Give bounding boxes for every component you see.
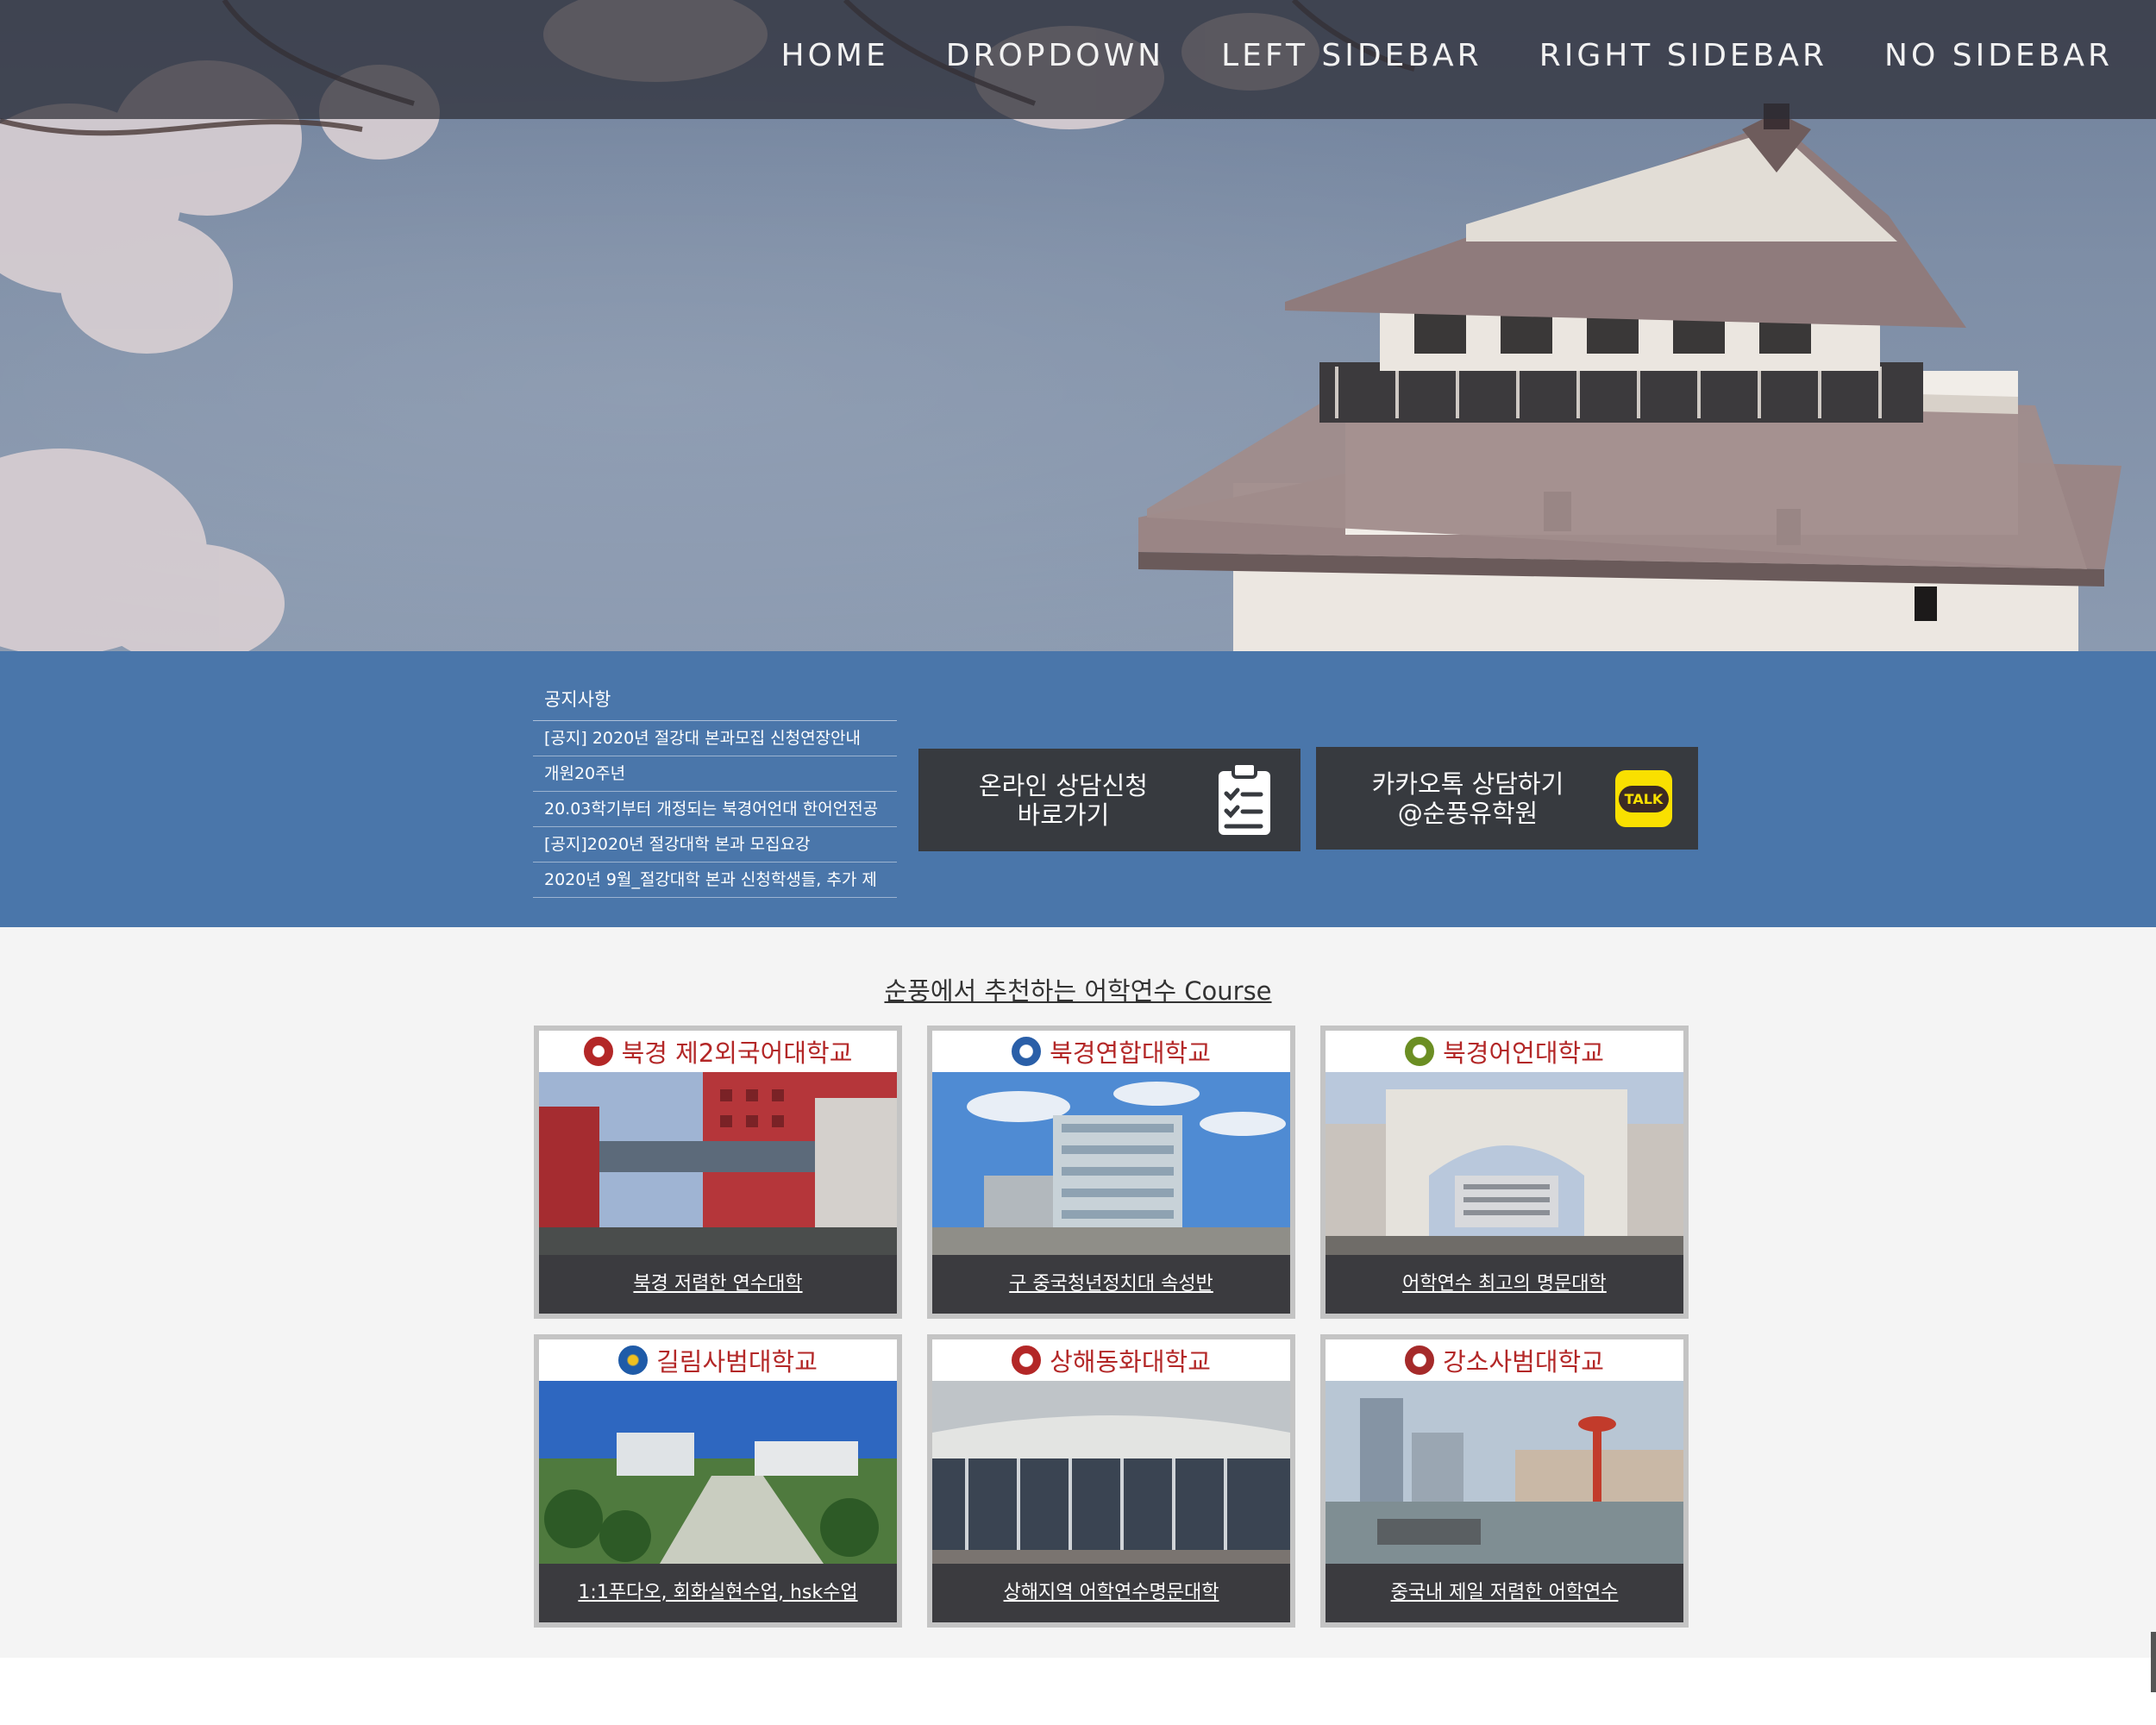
notice-item[interactable]: 개원20주년 bbox=[533, 756, 897, 792]
card-header: 북경 제2외국어대학교 bbox=[539, 1031, 897, 1072]
notice-item[interactable]: 20.03학기부터 개정되는 북경어언대 한어언전공 bbox=[533, 792, 897, 827]
campus-photo bbox=[1326, 1072, 1683, 1255]
nav-right-sidebar[interactable]: RIGHT SIDEBAR bbox=[1539, 38, 1827, 73]
kakaotalk-badge: TALK bbox=[1618, 785, 1670, 812]
campus-photo bbox=[539, 1072, 897, 1255]
card-caption: 상해지역 어학연수명문대학 bbox=[932, 1564, 1290, 1622]
university-emblem-icon bbox=[1012, 1037, 1042, 1066]
university-emblem-icon bbox=[1405, 1037, 1435, 1066]
course-card-jsnu[interactable]: 강소사범대학교 중국내 제일 저렴한 어학연수 bbox=[1320, 1334, 1689, 1628]
card-title: 북경어언대학교 bbox=[1443, 1038, 1604, 1068]
card-header: 상해동화대학교 bbox=[932, 1339, 1290, 1381]
nav-dropdown[interactable]: DROPDOWN bbox=[946, 38, 1164, 73]
notice-item[interactable]: 2020년 9월_절강대학 본과 신청학생들, 추가 제 bbox=[533, 862, 897, 898]
university-emblem-icon bbox=[1405, 1346, 1435, 1375]
campus-photo bbox=[539, 1381, 897, 1564]
nav-no-sidebar[interactable]: NO SIDEBAR bbox=[1884, 38, 2113, 73]
online-consult-button[interactable]: 온라인 상담신청 바로가기 bbox=[918, 749, 1300, 851]
course-section: 순풍에서 추천하는 어학연수 Course 북경 제2외국어대학교 북경 저렴한… bbox=[0, 927, 2156, 1658]
clipboard-check-icon bbox=[1219, 762, 1270, 835]
university-emblem-icon bbox=[618, 1346, 649, 1375]
notice-item[interactable]: [공지] 2020년 절강대 본과모집 신청연장안내 bbox=[533, 721, 897, 756]
card-title: 북경 제2외국어대학교 bbox=[621, 1038, 853, 1068]
kakaotalk-line2: @순풍유학원 bbox=[1397, 798, 1539, 828]
footer-area bbox=[0, 1658, 2156, 1725]
course-card-bisu[interactable]: 북경 제2외국어대학교 북경 저렴한 연수대학 bbox=[534, 1026, 902, 1319]
course-card-buu[interactable]: 북경연합대학교 구 중국청년정치대 속성반 bbox=[927, 1026, 1295, 1319]
card-caption: 어학연수 최고의 명문대학 bbox=[1326, 1255, 1683, 1314]
university-emblem-icon bbox=[1012, 1346, 1042, 1375]
card-header: 강소사범대학교 bbox=[1326, 1339, 1683, 1381]
info-band: 공지사항 [공지] 2020년 절강대 본과모집 신청연장안내 개원20주년 2… bbox=[0, 651, 2156, 927]
kakaotalk-consult-button[interactable]: 카카오톡 상담하기 @순풍유학원 TALK bbox=[1316, 747, 1698, 850]
nav-left-sidebar[interactable]: LEFT SIDEBAR bbox=[1221, 38, 1482, 73]
main-menu: HOME DROPDOWN LEFT SIDEBAR RIGHT SIDEBAR… bbox=[781, 38, 2113, 73]
online-consult-line2: 바로가기 bbox=[1017, 800, 1110, 830]
course-section-title[interactable]: 순풍에서 추천하는 어학연수 Course bbox=[0, 971, 2156, 1007]
card-caption: 1:1푸다오, 회화실현수업, hsk수업 bbox=[539, 1564, 897, 1622]
campus-photo bbox=[932, 1072, 1290, 1255]
course-card-jlnu[interactable]: 길림사범대학교 1:1푸다오, 회화실현수업, hsk수업 bbox=[534, 1334, 902, 1628]
card-title: 길림사범대학교 bbox=[656, 1347, 818, 1377]
university-emblem-icon bbox=[583, 1037, 613, 1066]
card-title: 상해동화대학교 bbox=[1050, 1347, 1211, 1377]
card-header: 북경연합대학교 bbox=[932, 1031, 1290, 1072]
hero-banner: HOME DROPDOWN LEFT SIDEBAR RIGHT SIDEBAR… bbox=[0, 0, 2156, 651]
card-caption: 북경 저렴한 연수대학 bbox=[539, 1255, 897, 1314]
notice-item[interactable]: [공지]2020년 절강대학 본과 모집요강 bbox=[533, 827, 897, 862]
campus-photo bbox=[1326, 1381, 1683, 1564]
scroll-indicator[interactable] bbox=[2151, 1632, 2156, 1692]
card-header: 길림사범대학교 bbox=[539, 1339, 897, 1381]
card-caption: 구 중국청년정치대 속성반 bbox=[932, 1255, 1290, 1314]
notice-board: 공지사항 [공지] 2020년 절강대 본과모집 신청연장안내 개원20주년 2… bbox=[533, 686, 897, 898]
course-card-blcu[interactable]: 북경어언대학교 어학연수 최고의 명문대학 bbox=[1320, 1026, 1689, 1319]
online-consult-line1: 온라인 상담신청 bbox=[979, 770, 1148, 800]
campus-photo bbox=[932, 1381, 1290, 1564]
course-card-dhu[interactable]: 상해동화대학교 상해지역 어학연수명문대학 bbox=[927, 1334, 1295, 1628]
card-header: 북경어언대학교 bbox=[1326, 1031, 1683, 1072]
kakaotalk-line1: 카카오톡 상담하기 bbox=[1371, 768, 1564, 799]
online-consult-label: 온라인 상담신청 바로가기 bbox=[918, 749, 1208, 851]
notice-title: 공지사항 bbox=[533, 686, 897, 721]
kakaotalk-icon: TALK bbox=[1615, 770, 1672, 827]
kakaotalk-consult-label: 카카오톡 상담하기 @순풍유학원 bbox=[1316, 747, 1620, 850]
top-navbar: HOME DROPDOWN LEFT SIDEBAR RIGHT SIDEBAR… bbox=[0, 0, 2156, 119]
nav-home[interactable]: HOME bbox=[781, 38, 889, 73]
card-caption: 중국내 제일 저렴한 어학연수 bbox=[1326, 1564, 1683, 1622]
card-title: 북경연합대학교 bbox=[1050, 1038, 1211, 1068]
card-title: 강소사범대학교 bbox=[1443, 1347, 1604, 1377]
